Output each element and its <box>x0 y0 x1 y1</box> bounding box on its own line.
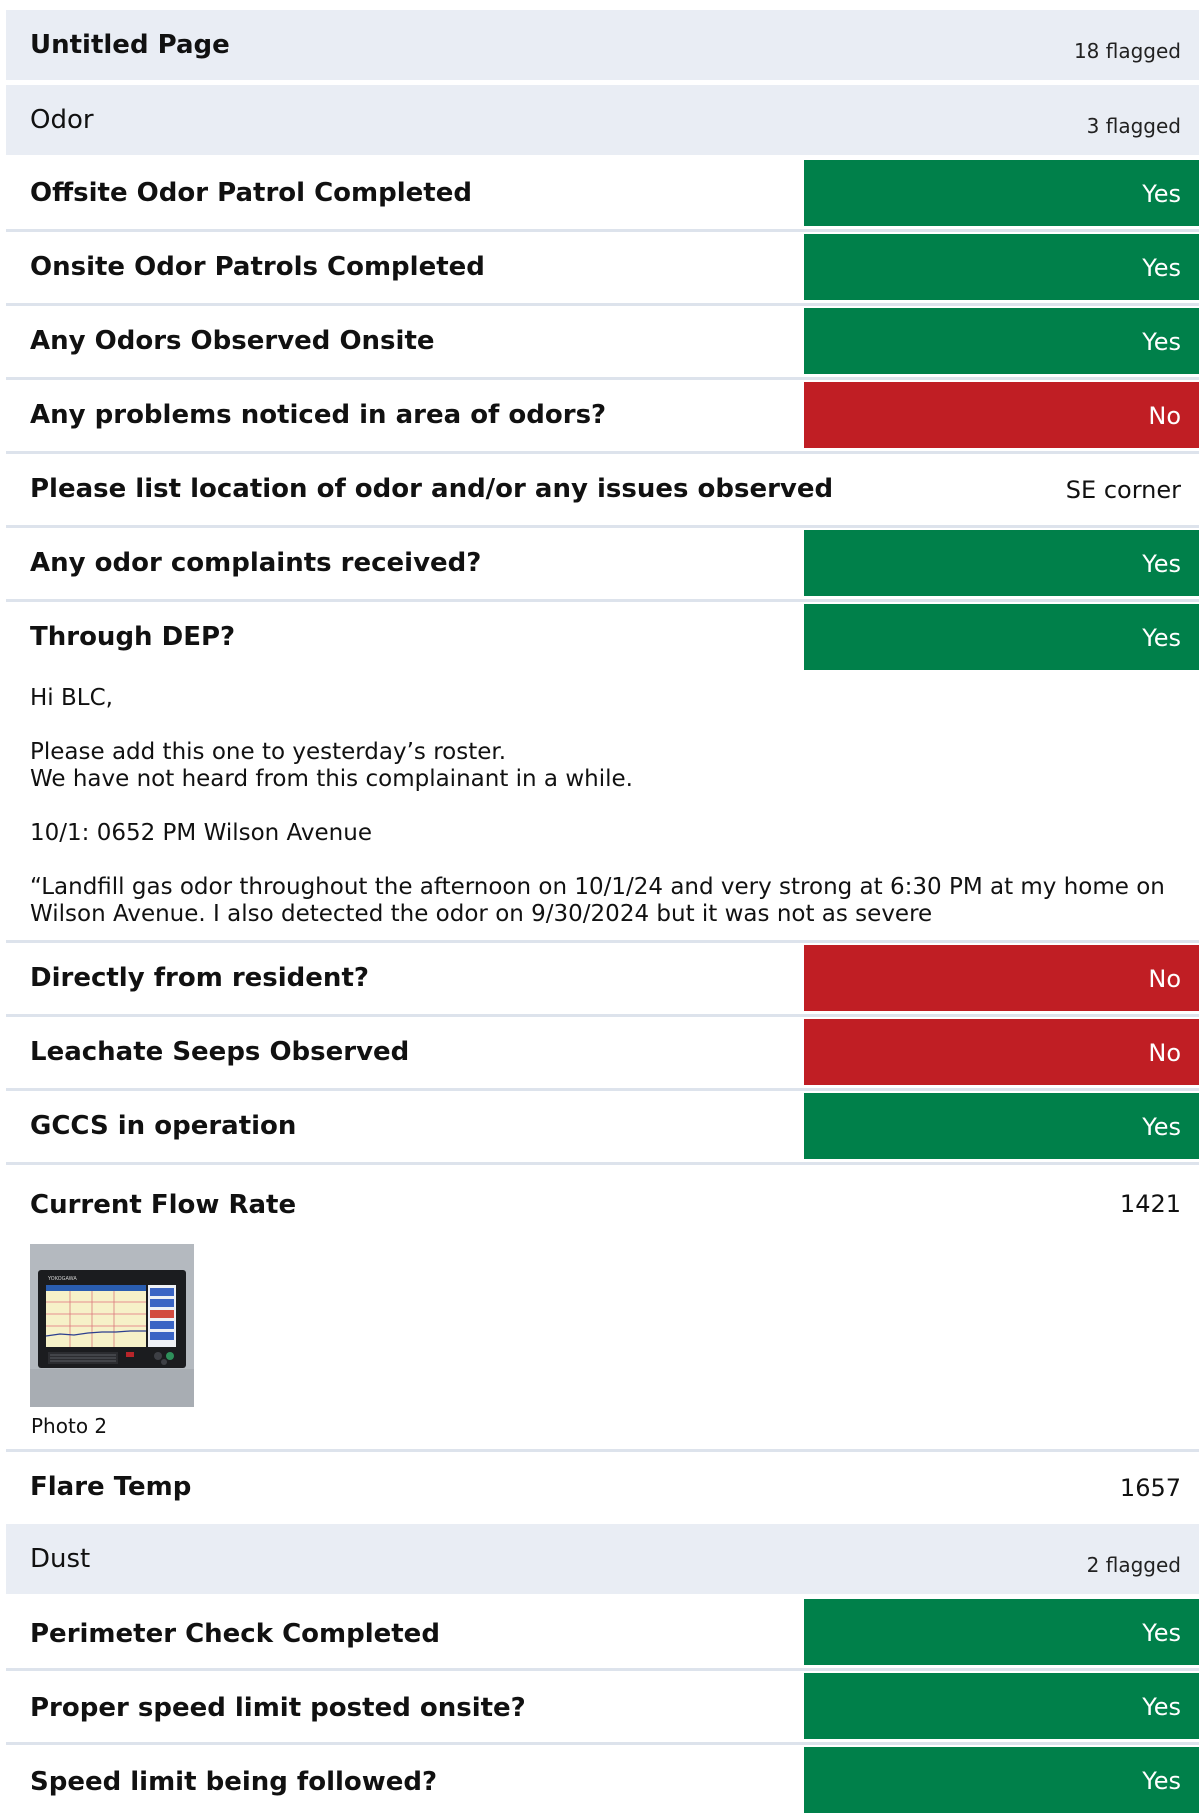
question-perimeter-check[interactable]: Perimeter Check Completed Yes <box>6 1599 1199 1665</box>
answer-text: Yes <box>1142 1767 1181 1795</box>
answer-text: Yes <box>1142 1619 1181 1647</box>
row-divider <box>6 1449 1199 1452</box>
answer-text: Yes <box>1142 1113 1181 1141</box>
note-greeting: Hi BLC, <box>30 685 113 711</box>
answer-yes-badge: Yes <box>804 1093 1199 1159</box>
answer-yes-badge: Yes <box>804 234 1199 300</box>
question-problems-noticed[interactable]: Any problems noticed in area of odors? N… <box>6 382 1199 448</box>
answer-text: Yes <box>1142 254 1181 282</box>
page-header[interactable]: Untitled Page 18 flagged <box>6 10 1199 80</box>
answer-value: 1421 <box>1119 1190 1181 1218</box>
answer-note: Hi BLC, Please add this one to yesterday… <box>30 685 1180 928</box>
answer-no-badge: No <box>804 1019 1199 1085</box>
note-line: We have not heard from this complainant … <box>30 766 633 792</box>
chart-recorder-photo: YOKOGAWA <box>30 1244 194 1407</box>
section-title: Odor <box>30 105 94 135</box>
question-odors-observed[interactable]: Any Odors Observed Onsite Yes <box>6 308 1199 374</box>
inspection-report: Untitled Page 18 flagged Odor 3 flagged … <box>0 0 1199 1813</box>
question-offsite-odor-patrol[interactable]: Offsite Odor Patrol Completed Yes <box>6 160 1199 226</box>
note-quote: “Landfill gas odor throughout the aftern… <box>30 874 1165 927</box>
row-divider <box>6 1162 1199 1165</box>
row-divider <box>6 451 1199 454</box>
answer-yes-badge: Yes <box>804 1747 1199 1813</box>
section-header-odor[interactable]: Odor 3 flagged <box>6 85 1199 155</box>
answer-yes-badge: Yes <box>804 160 1199 226</box>
answer-text: Yes <box>1142 1693 1181 1721</box>
answer-text: Yes <box>1142 328 1181 356</box>
answer-text: No <box>1148 965 1181 993</box>
row-divider <box>6 1668 1199 1671</box>
answer-yes-badge: Yes <box>804 308 1199 374</box>
question-label: Onsite Odor Patrols Completed <box>30 252 485 282</box>
row-divider <box>6 303 1199 306</box>
question-label: Current Flow Rate <box>30 1190 297 1220</box>
section-header-dust[interactable]: Dust 2 flagged <box>6 1524 1199 1594</box>
question-label: GCCS in operation <box>30 1111 297 1141</box>
row-divider <box>6 377 1199 380</box>
note-line: Please add this one to yesterday’s roste… <box>30 739 507 765</box>
answer-value: SE corner <box>1065 476 1181 504</box>
page-title: Untitled Page <box>30 30 230 60</box>
question-label: Leachate Seeps Observed <box>30 1037 410 1067</box>
row-divider <box>6 1014 1199 1017</box>
question-odor-location[interactable]: Please list location of odor and/or any … <box>6 456 1199 522</box>
section-flagged-count: 2 flagged <box>1086 1553 1181 1577</box>
question-label: Through DEP? <box>30 622 236 652</box>
question-label: Please list location of odor and/or any … <box>30 474 834 504</box>
row-divider <box>6 1088 1199 1091</box>
row-divider <box>6 525 1199 528</box>
question-current-flow-rate[interactable]: Current Flow Rate 1421 <box>6 1167 1199 1233</box>
row-divider <box>6 1742 1199 1745</box>
question-directly-from-resident[interactable]: Directly from resident? No <box>6 945 1199 1011</box>
question-gccs-operation[interactable]: GCCS in operation Yes <box>6 1093 1199 1159</box>
question-speed-limit-followed[interactable]: Speed limit being followed? Yes <box>6 1747 1199 1813</box>
question-label: Proper speed limit posted onsite? <box>30 1693 526 1723</box>
question-through-dep[interactable]: Through DEP? Yes <box>6 604 1199 670</box>
question-flare-temp[interactable]: Flare Temp 1657 <box>6 1454 1199 1520</box>
answer-no-badge: No <box>804 382 1199 448</box>
question-label: Perimeter Check Completed <box>30 1619 440 1649</box>
question-speed-limit-posted[interactable]: Proper speed limit posted onsite? Yes <box>6 1673 1199 1739</box>
question-label: Any problems noticed in area of odors? <box>30 400 607 430</box>
question-label: Any odor complaints received? <box>30 548 482 578</box>
page-flagged-count: 18 flagged <box>1073 39 1181 63</box>
note-line: 10/1: 0652 PM Wilson Avenue <box>30 820 372 846</box>
answer-yes-badge: Yes <box>804 604 1199 670</box>
question-label: Offsite Odor Patrol Completed <box>30 178 472 208</box>
question-label: Flare Temp <box>30 1472 192 1502</box>
row-divider <box>6 599 1199 602</box>
section-flagged-count: 3 flagged <box>1086 114 1181 138</box>
answer-text: No <box>1148 402 1181 430</box>
answer-text: No <box>1148 1039 1181 1067</box>
answer-text: Yes <box>1142 624 1181 652</box>
question-label: Directly from resident? <box>30 963 369 993</box>
photo-caption: Photo 2 <box>31 1414 108 1438</box>
section-title: Dust <box>30 1544 91 1574</box>
row-divider <box>6 229 1199 232</box>
answer-value: 1657 <box>1119 1474 1181 1502</box>
answer-yes-badge: Yes <box>804 1599 1199 1665</box>
question-leachate-seeps[interactable]: Leachate Seeps Observed No <box>6 1019 1199 1085</box>
question-label: Any Odors Observed Onsite <box>30 326 435 356</box>
photo-thumbnail[interactable]: YOKOGAWA <box>30 1244 194 1407</box>
answer-no-badge: No <box>804 945 1199 1011</box>
answer-text: Yes <box>1142 180 1181 208</box>
question-onsite-odor-patrols[interactable]: Onsite Odor Patrols Completed Yes <box>6 234 1199 300</box>
row-divider <box>6 940 1199 943</box>
question-complaints-received[interactable]: Any odor complaints received? Yes <box>6 530 1199 596</box>
device-brand: YOKOGAWA <box>47 1276 77 1282</box>
question-label: Speed limit being followed? <box>30 1767 438 1797</box>
answer-text: Yes <box>1142 550 1181 578</box>
answer-yes-badge: Yes <box>804 1673 1199 1739</box>
answer-yes-badge: Yes <box>804 530 1199 596</box>
